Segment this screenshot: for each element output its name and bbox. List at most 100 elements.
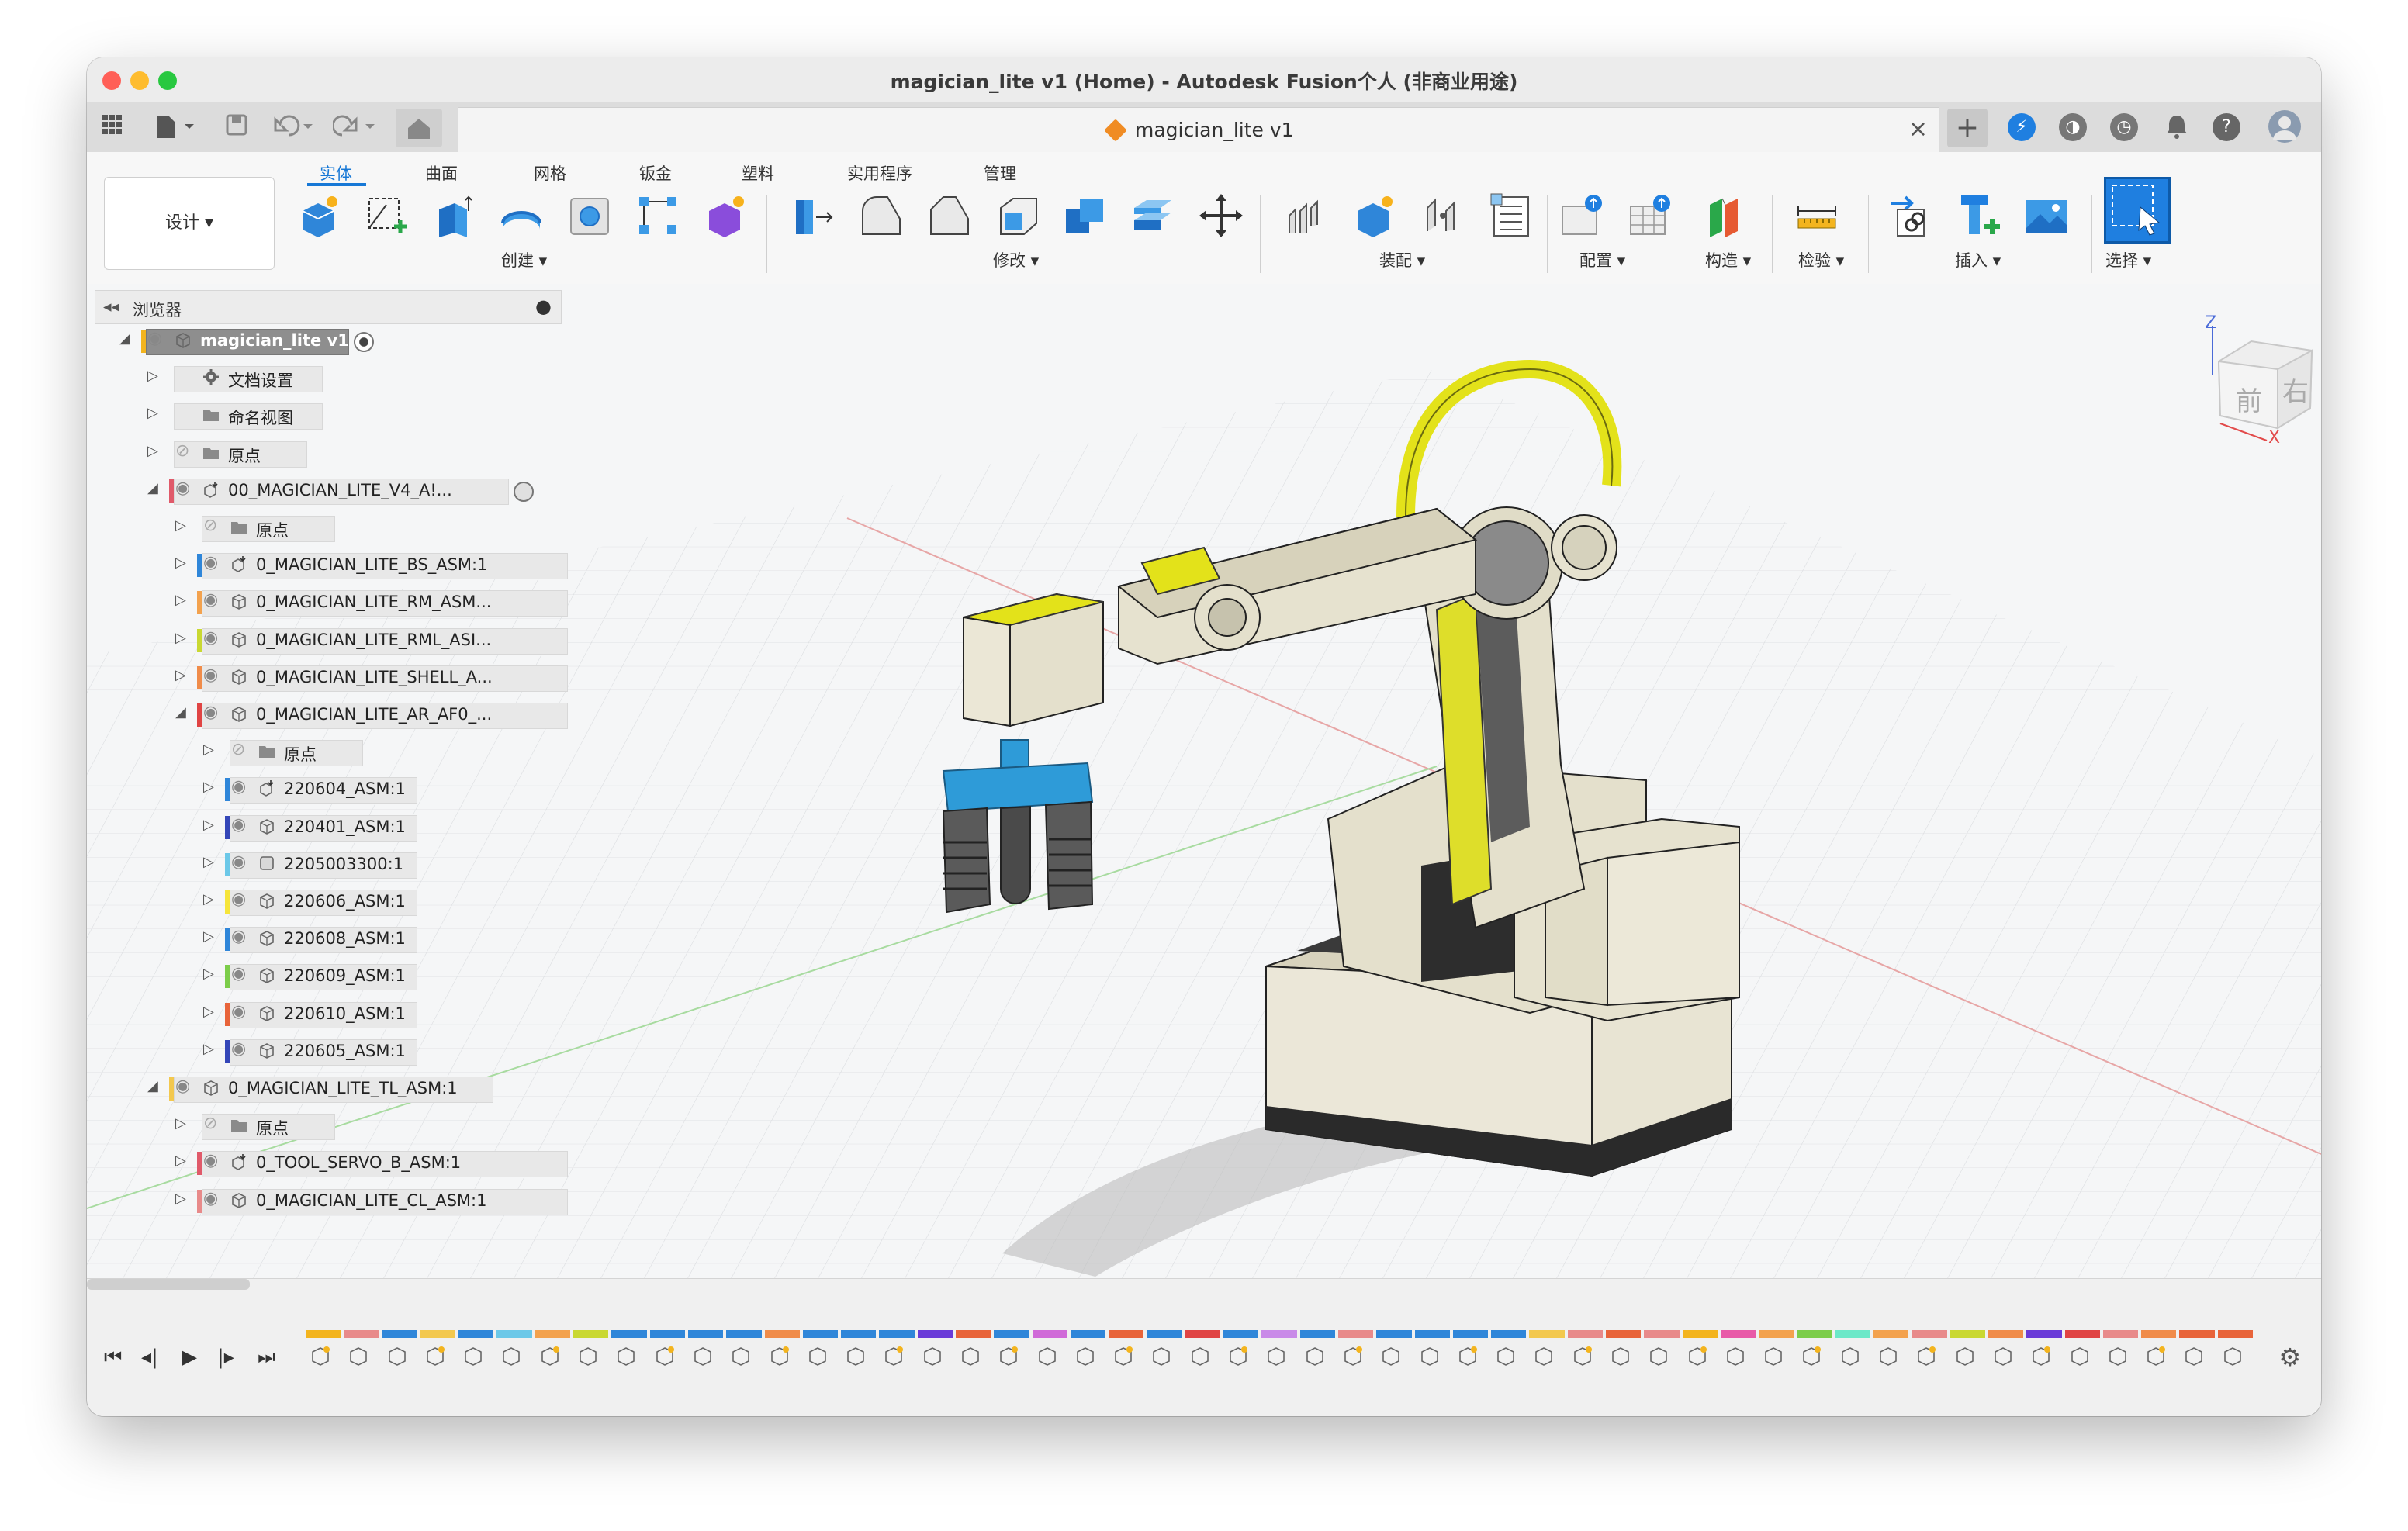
tab-solid[interactable]: 实体 xyxy=(320,161,352,185)
visibility-eye-icon[interactable]: ◉ xyxy=(231,1039,246,1059)
visibility-eye-icon[interactable]: ◉ xyxy=(203,1151,218,1170)
expand-arrow-icon[interactable]: ▷ xyxy=(203,817,214,833)
create-sketch-icon[interactable] xyxy=(363,192,410,239)
tab-utilities[interactable]: 实用程序 xyxy=(847,161,912,185)
timeline-feature-icon[interactable] xyxy=(2068,1344,2091,1367)
browser-tree-row[interactable]: ◢ ◉ 00_MAGICIAN_LITE_V4_A!... xyxy=(95,477,560,505)
hidden-eye-icon[interactable]: ⊘ xyxy=(231,740,245,759)
visibility-eye-icon[interactable]: ◉ xyxy=(203,703,218,722)
construct-group-label[interactable]: 构造 ▾ xyxy=(1705,248,1751,271)
timeline-feature-icon[interactable] xyxy=(653,1344,676,1367)
collapse-arrow-icon[interactable]: ◢ xyxy=(147,1078,158,1094)
visibility-eye-icon[interactable]: ◉ xyxy=(203,665,218,685)
timeline-feature-icon[interactable] xyxy=(1303,1344,1327,1367)
timeline-feature-icon[interactable] xyxy=(2182,1344,2206,1367)
timeline-feature-icon[interactable] xyxy=(386,1344,409,1367)
browser-tree-row[interactable]: ◢ ◉ 0_MAGICIAN_LITE_TL_ASM:1 xyxy=(95,1075,560,1103)
timeline-feature-icon[interactable] xyxy=(1839,1344,1862,1367)
insert-mcmaster-icon[interactable] xyxy=(1955,192,2001,239)
browser-tree-row[interactable]: ▷ ⊘ 原点 xyxy=(95,1112,560,1141)
visibility-eye-icon[interactable]: ◉ xyxy=(231,852,246,872)
timeline-feature-icon[interactable] xyxy=(1724,1344,1747,1367)
expand-arrow-icon[interactable]: ▷ xyxy=(175,592,186,608)
insert-group-label[interactable]: 插入 ▾ xyxy=(1955,248,2001,271)
browser-tree-row[interactable]: ▷ ◉ 0_TOOL_SERVO_B_ASM:1 xyxy=(95,1149,568,1178)
browser-tree-row[interactable]: ▷ ⊘ 原点 xyxy=(95,738,560,767)
select-group-label[interactable]: 选择 ▾ xyxy=(2105,248,2151,271)
notification-bell-icon[interactable] xyxy=(2163,113,2191,140)
timeline-feature-icon[interactable] xyxy=(1647,1344,1670,1367)
timeline-feature-icon[interactable] xyxy=(1379,1344,1403,1367)
offset-face-icon[interactable] xyxy=(1130,192,1176,239)
select-icon[interactable] xyxy=(2104,177,2171,244)
hidden-eye-icon[interactable]: ⊘ xyxy=(203,1114,217,1133)
timeline-feature-icon[interactable] xyxy=(1915,1344,1938,1367)
timeline-feature-icon[interactable] xyxy=(1991,1344,2015,1367)
inspect-group-label[interactable]: 检验 ▾ xyxy=(1798,248,1844,271)
activate-component-radio[interactable] xyxy=(514,481,534,502)
browser-tree-row[interactable]: ◢ ◉ magician_lite v1 xyxy=(95,327,560,355)
browser-tree-row[interactable]: ▷ ◉ 2205003300:1 xyxy=(95,851,560,879)
expand-arrow-icon[interactable]: ▷ xyxy=(203,1041,214,1057)
expand-arrow-icon[interactable]: ▷ xyxy=(175,555,186,571)
bill-of-materials-icon[interactable] xyxy=(1488,192,1534,239)
timeline-feature-icon[interactable] xyxy=(1226,1344,1250,1367)
view-cube-right-face[interactable]: 右 xyxy=(2282,371,2309,409)
browser-tree-row[interactable]: ▷ ◉ 220605_ASM:1 xyxy=(95,1038,560,1066)
new-component-asm-icon[interactable] xyxy=(1351,192,1398,239)
timeline-feature-icon[interactable] xyxy=(2106,1344,2129,1367)
timeline-feature-icon[interactable] xyxy=(1456,1344,1479,1367)
extrude-icon[interactable] xyxy=(431,192,478,239)
expand-arrow-icon[interactable]: ▷ xyxy=(203,1004,214,1020)
hidden-eye-icon[interactable]: ⊘ xyxy=(203,516,217,535)
expand-arrow-icon[interactable]: ▷ xyxy=(203,928,214,945)
shell-icon[interactable] xyxy=(995,192,1041,239)
timeline-feature-icon[interactable] xyxy=(1609,1344,1632,1367)
browser-tree-row[interactable]: ▷ 命名视图 xyxy=(95,402,560,430)
expand-arrow-icon[interactable]: ▷ xyxy=(175,1191,186,1207)
timeline-feature-icon[interactable] xyxy=(997,1344,1020,1367)
visibility-eye-icon[interactable]: ◉ xyxy=(147,329,162,348)
move-copy-icon[interactable] xyxy=(1198,192,1244,239)
tab-surface[interactable]: 曲面 xyxy=(425,161,458,185)
app-grid-icon[interactable] xyxy=(99,113,126,140)
expand-arrow-icon[interactable]: ▷ xyxy=(175,517,186,534)
revolve-icon[interactable] xyxy=(498,192,545,239)
tab-sheet-metal[interactable]: 钣金 xyxy=(639,161,672,185)
timeline-feature-icon[interactable] xyxy=(1188,1344,1212,1367)
timeline-feature-icon[interactable] xyxy=(1953,1344,1977,1367)
visibility-eye-icon[interactable]: ◉ xyxy=(175,479,190,498)
timeline-scrollbar[interactable] xyxy=(87,1279,250,1290)
pattern-icon[interactable] xyxy=(635,192,681,239)
redo-icon[interactable] xyxy=(331,113,380,140)
browser-tree-row[interactable]: ◢ ◉ 0_MAGICIAN_LITE_AR_AF0_... xyxy=(95,701,568,729)
modify-group-label[interactable]: 修改 ▾ xyxy=(993,248,1039,271)
timeline-feature-icon[interactable] xyxy=(1265,1344,1288,1367)
go-to-start-icon[interactable]: ⏮ xyxy=(104,1346,122,1370)
hole-icon[interactable] xyxy=(566,192,613,239)
timeline-feature-icon[interactable] xyxy=(1494,1344,1517,1367)
timeline-feature-icon[interactable] xyxy=(1762,1344,1785,1367)
browser-tree-row[interactable]: ▷ 文档设置 xyxy=(95,365,560,393)
browser-tree-row[interactable]: ▷ ◉ 220401_ASM:1 xyxy=(95,814,560,842)
browser-tree-row[interactable]: ▷ ◉ 0_MAGICIAN_LITE_RML_ASI... xyxy=(95,627,568,655)
timeline-feature-icon[interactable] xyxy=(2221,1344,2244,1367)
collapse-arrow-icon[interactable]: ◢ xyxy=(119,330,130,347)
undo-icon[interactable] xyxy=(270,113,318,140)
timeline-feature-icon[interactable] xyxy=(882,1344,905,1367)
expand-arrow-icon[interactable]: ▷ xyxy=(203,966,214,982)
timeline-feature-icon[interactable] xyxy=(1418,1344,1441,1367)
fillet-icon[interactable] xyxy=(858,192,905,239)
collapse-arrow-icon[interactable]: ◢ xyxy=(147,480,158,496)
timeline-feature-icon[interactable] xyxy=(347,1344,370,1367)
save-icon[interactable] xyxy=(223,113,250,140)
expand-arrow-icon[interactable]: ▷ xyxy=(147,443,158,459)
browser-tree-row[interactable]: ▷ ◉ 0_MAGICIAN_LITE_RM_ASM... xyxy=(95,589,568,617)
browser-tree-row[interactable]: ▷ ◉ 0_MAGICIAN_LITE_CL_ASM:1 xyxy=(95,1187,568,1215)
expand-arrow-icon[interactable]: ▷ xyxy=(147,405,158,421)
visibility-eye-icon[interactable]: ◉ xyxy=(203,553,218,572)
history-icon[interactable]: ◷ xyxy=(2110,113,2138,141)
collapse-browser-icon[interactable]: ◂◂ xyxy=(103,297,119,316)
timeline-feature-icon[interactable] xyxy=(309,1344,332,1367)
visibility-eye-icon[interactable]: ◉ xyxy=(231,815,246,835)
